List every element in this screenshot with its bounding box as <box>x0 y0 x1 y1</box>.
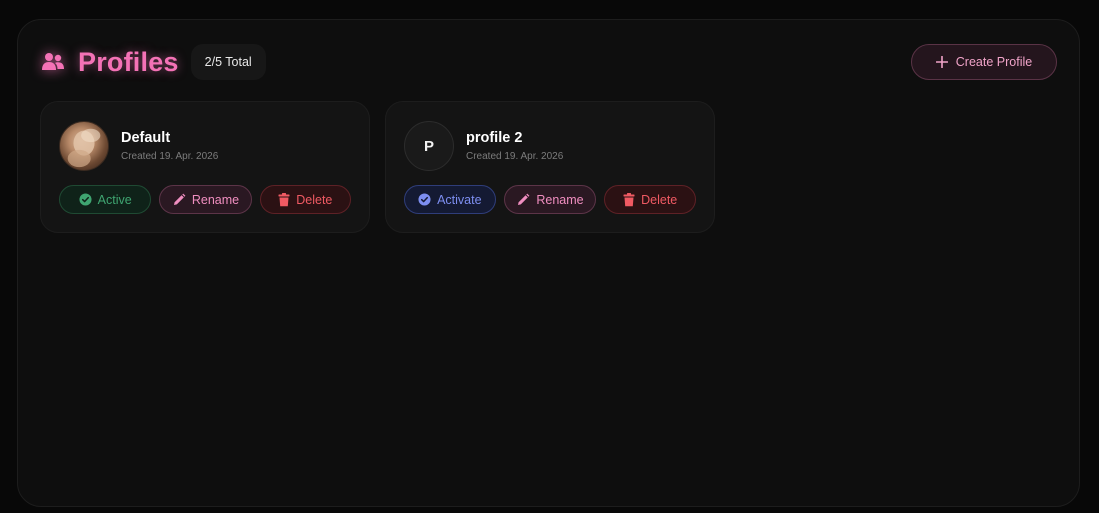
active-label: Active <box>97 192 132 207</box>
pencil-icon <box>172 193 186 207</box>
profile-name: profile 2 <box>466 130 523 146</box>
rename-button[interactable]: Rename <box>503 185 597 214</box>
check-circle-icon <box>418 193 431 206</box>
active-button[interactable]: Active <box>59 185 152 214</box>
check-circle-icon <box>79 193 92 206</box>
activate-button[interactable]: Activate <box>404 185 496 214</box>
delete-label: Delete <box>296 192 333 207</box>
create-profile-button[interactable]: Create Profile <box>911 44 1057 80</box>
trash-icon <box>623 192 635 207</box>
avatar: P <box>404 121 454 171</box>
profile-count-badge: 2/5 Total <box>190 44 266 80</box>
profile-card: Default Created 19. Apr. 2026 Active Ren… <box>40 101 370 233</box>
rename-button[interactable]: Rename <box>159 185 252 214</box>
users-icon <box>40 49 66 75</box>
profiles-panel: Profiles 2/5 Total Create Profile Defaul… <box>17 19 1080 507</box>
avatar <box>59 121 109 171</box>
delete-label: Delete <box>641 192 678 207</box>
profiles-header: Profiles 2/5 Total Create Profile <box>40 42 1057 82</box>
profile-created-date: Created 19. Apr. 2026 <box>466 151 564 162</box>
pencil-icon <box>516 193 530 207</box>
page-title: Profiles <box>78 46 179 77</box>
trash-icon <box>278 192 290 207</box>
rename-label: Rename <box>191 192 240 207</box>
create-profile-label: Create Profile <box>955 55 1033 69</box>
activate-label: Activate <box>437 192 482 207</box>
profile-name: Default <box>121 130 171 146</box>
rename-label: Rename <box>536 192 584 207</box>
delete-button[interactable]: Delete <box>604 185 697 214</box>
delete-button[interactable]: Delete <box>259 185 351 214</box>
profile-card: P profile 2 Created 19. Apr. 2026 Activa… <box>385 101 715 233</box>
plus-icon <box>935 56 948 68</box>
profile-list: Default Created 19. Apr. 2026 Active Ren… <box>40 101 715 233</box>
profile-created-date: Created 19. Apr. 2026 <box>121 151 219 162</box>
